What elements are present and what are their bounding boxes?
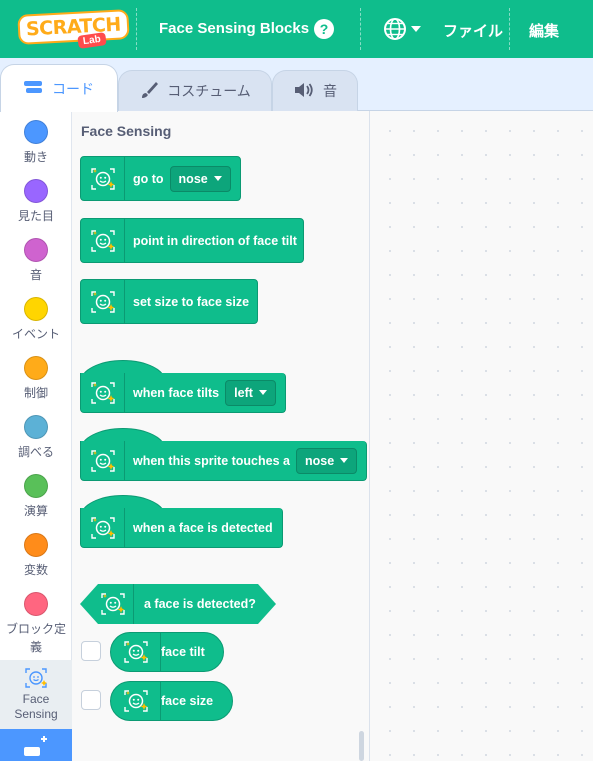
- category-operators[interactable]: 演算: [0, 474, 72, 519]
- block-label: when face tilts: [133, 385, 220, 400]
- direction-dropdown[interactable]: left: [225, 379, 276, 406]
- code-workspace[interactable]: [370, 111, 593, 761]
- category-dot: [24, 297, 48, 321]
- face-sensing-icon: [81, 157, 125, 200]
- block-label: set size to face size: [133, 294, 250, 309]
- category-label: Face Sensing: [14, 692, 58, 721]
- category-looks[interactable]: 見た目: [0, 179, 72, 224]
- help-icon[interactable]: ?: [314, 19, 334, 39]
- face-sensing-icon: [81, 219, 125, 262]
- block-face-size[interactable]: face size: [110, 681, 233, 721]
- category-label: 制御: [23, 386, 48, 400]
- file-menu[interactable]: ファイル: [443, 20, 503, 41]
- tab-sounds-label: 音: [323, 83, 337, 99]
- category-label: 変数: [23, 563, 48, 577]
- category-label: ブロック定義: [5, 622, 66, 654]
- block-palette: Face Sensing go to nose point in directi…: [72, 111, 370, 761]
- code-icon: [24, 80, 44, 97]
- category-control[interactable]: 制御: [0, 356, 72, 401]
- tab-costumes-label: コスチューム: [167, 83, 251, 99]
- part-dropdown[interactable]: nose: [295, 447, 358, 474]
- menu-divider: [509, 8, 510, 50]
- block-go-to[interactable]: go to nose: [80, 156, 241, 201]
- block-when-face-detected[interactable]: when a face is detected: [80, 508, 283, 548]
- face-sensing-icon: [23, 666, 49, 690]
- face-sensing-icon: [81, 508, 125, 547]
- category-dot: [24, 356, 48, 380]
- category-face-sensing[interactable]: Face Sensing: [0, 660, 72, 730]
- category-label: 演算: [23, 504, 48, 518]
- category-dot: [24, 533, 48, 557]
- face-sensing-icon: [81, 280, 125, 323]
- menu-divider: [360, 8, 361, 50]
- face-size-checkbox[interactable]: [81, 690, 101, 710]
- block-label: face tilt: [161, 645, 205, 659]
- target-dropdown[interactable]: nose: [169, 165, 231, 192]
- category-events[interactable]: イベント: [0, 297, 72, 342]
- menu-bar: SCRATCH Lab Face Sensing Blocks ? ファイル 編…: [0, 0, 593, 58]
- category-label: 調べる: [17, 445, 54, 459]
- logo-badge: Lab: [77, 32, 107, 49]
- category-dot: [24, 179, 48, 203]
- block-label: face size: [161, 694, 214, 708]
- chevron-down-icon: [258, 390, 267, 395]
- category-dot: [24, 415, 48, 439]
- face-sensing-icon: [80, 584, 134, 624]
- add-extension-button[interactable]: [0, 729, 72, 761]
- block-face-is-detected[interactable]: a face is detected?: [80, 584, 276, 624]
- speaker-icon: [293, 81, 315, 102]
- scratch-lab-logo[interactable]: SCRATCH Lab: [17, 9, 130, 52]
- block-label: a face is detected?: [144, 597, 256, 611]
- globe-icon[interactable]: [383, 17, 423, 46]
- chevron-down-icon: [213, 176, 222, 181]
- tab-costumes[interactable]: コスチューム: [118, 70, 272, 111]
- category-my-blocks[interactable]: ブロック定義: [0, 592, 72, 656]
- project-title: Face Sensing Blocks: [159, 20, 310, 37]
- dropdown-value: nose: [178, 171, 208, 186]
- block-label: go to: [133, 171, 164, 186]
- category-variables[interactable]: 変数: [0, 533, 72, 578]
- block-point-in-direction[interactable]: point in direction of face tilt: [80, 218, 304, 263]
- category-label: 見た目: [17, 209, 54, 223]
- dropdown-value: left: [234, 385, 253, 400]
- block-categories: 動き 見た目 音 イベント 制御 調べる 演算 変数 ブロック定義 Face S…: [0, 111, 72, 761]
- face-sensing-icon: [81, 373, 125, 412]
- category-dot: [24, 474, 48, 498]
- category-sound[interactable]: 音: [0, 238, 72, 283]
- block-label: when a face is detected: [133, 520, 273, 535]
- category-dot: [24, 120, 48, 144]
- category-motion[interactable]: 動き: [0, 120, 72, 165]
- block-label: when this sprite touches a: [133, 453, 290, 468]
- chevron-down-icon: [340, 458, 349, 463]
- block-face-tilt[interactable]: face tilt: [110, 632, 224, 672]
- block-when-face-tilts[interactable]: when face tilts left: [80, 373, 286, 413]
- category-dot: [24, 238, 48, 262]
- category-label: 動き: [23, 150, 48, 164]
- palette-title: Face Sensing: [81, 123, 172, 139]
- tab-code[interactable]: コード: [0, 64, 118, 112]
- face-sensing-icon: [81, 441, 125, 480]
- tab-sounds[interactable]: 音: [272, 70, 358, 111]
- menu-divider: [136, 8, 137, 50]
- block-label: point in direction of face tilt: [133, 233, 297, 248]
- edit-menu[interactable]: 編集: [529, 20, 559, 41]
- category-sensing[interactable]: 調べる: [0, 415, 72, 460]
- category-label: 音: [29, 268, 42, 282]
- brush-icon: [139, 80, 159, 103]
- category-label: イベント: [11, 327, 60, 341]
- block-when-sprite-touches[interactable]: when this sprite touches a nose: [80, 441, 367, 481]
- category-dot: [24, 592, 48, 616]
- tab-code-label: コード: [52, 80, 94, 97]
- logo-text: SCRATCH: [17, 9, 130, 45]
- face-tilt-checkbox[interactable]: [81, 641, 101, 661]
- dropdown-value: nose: [304, 453, 335, 468]
- editor-tabs: コード コスチューム 音: [0, 58, 593, 112]
- palette-scrollbar[interactable]: [359, 731, 364, 761]
- face-sensing-icon: [111, 633, 161, 671]
- block-set-size[interactable]: set size to face size: [80, 279, 258, 324]
- add-extension-icon: [0, 736, 72, 765]
- face-sensing-icon: [111, 682, 161, 720]
